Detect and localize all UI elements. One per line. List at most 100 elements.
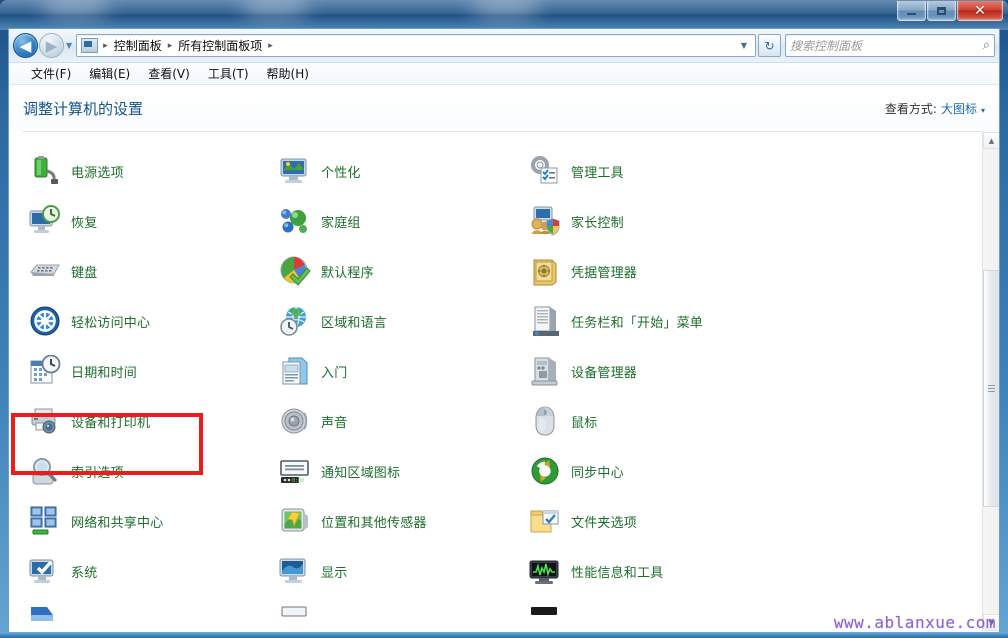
control-panel-item[interactable]: 日期和时间 [23,346,273,396]
control-panel-item-clipped[interactable] [273,132,523,146]
control-panel-item[interactable]: 管理工具 [523,146,773,196]
control-panel-item[interactable]: 系统 [23,546,273,596]
vertical-scrollbar[interactable]: ▲ ▼ [982,132,999,631]
control-panel-item[interactable]: 索引选项 [23,446,273,496]
control-panel-item[interactable]: 同步中心 [523,446,773,496]
control-panel-item[interactable]: 轻松访问中心 [23,296,273,346]
control-panel-item[interactable]: 设备管理器 [523,346,773,396]
maximize-button[interactable] [927,1,956,21]
control-panel-item[interactable]: 家长控制 [523,196,773,246]
control-panel-item[interactable]: 家庭组 [273,196,523,246]
address-dropdown-icon[interactable]: ▼ [735,41,753,50]
control-panel-item-clipped[interactable] [523,596,773,631]
scrollbar-thumb[interactable] [983,270,999,507]
menu-help[interactable]: 帮助(H) [258,63,318,84]
menu-edit[interactable]: 编辑(E) [80,63,139,84]
search-input[interactable] [790,38,983,53]
control-panel-item[interactable]: 默认程序 [273,246,523,296]
refresh-button[interactable]: ↻ [758,34,781,57]
control-panel-icon [81,38,99,53]
control-panel-item-label: 鼠标 [571,415,598,431]
control-panel-item-label: 网络和共享中心 [71,515,164,531]
control-panel-item[interactable]: 恢复 [23,196,273,246]
control-panel-item[interactable]: 电源选项 [23,146,273,196]
gear-checklist-icon [529,155,561,187]
chevron-down-icon: ▼ [66,41,73,50]
address-bar[interactable]: ▸ 控制面板 ▸ 所有控制面板项 ▸ ▼ [76,34,756,57]
control-panel-item-label: 默认程序 [321,265,374,281]
icon-grid-scroll-area[interactable]: 电源选项 个性化 管理工具恢复 家庭组 家长控制键盘 默认程序 凭据管理器轻松访问中心 区域和… [9,132,999,631]
triangle-up-icon: ▲ [988,136,995,145]
control-panel-item[interactable]: 键盘 [23,246,273,296]
breadcrumb-separator-icon: ▸ [268,40,273,51]
navigation-bar: ◀ ▶ ▼ ▸ 控制面板 ▸ 所有控制面板项 ▸ ▼ ↻ 搜索控制面板 ⌕ [9,29,999,63]
back-button[interactable]: ◀ [13,33,38,58]
system-icon [29,555,61,587]
control-panel-item-clipped[interactable] [23,132,273,146]
forward-arrow-icon: ▶ [45,36,58,55]
magnifier-index-icon [29,455,61,487]
control-panel-item-clipped[interactable] [523,132,773,146]
title-bar[interactable]: ✕ [0,0,1008,30]
vault-icon [529,255,561,287]
scrollbar-grip-icon [988,385,995,392]
control-panel-item-label: 个性化 [321,165,361,181]
menu-file[interactable]: 文件(F) [22,63,80,84]
control-panel-item[interactable]: 任务栏和「开始」菜单 [523,296,773,346]
menu-view[interactable]: 查看(V) [139,63,199,84]
control-panel-item-label: 性能信息和工具 [571,565,664,581]
window-bottom-border [0,632,1008,638]
performance-icon [529,555,561,587]
page-title: 调整计算机的设置 [23,100,144,118]
control-panel-item[interactable]: 性能信息和工具 [523,546,773,596]
control-panel-item[interactable]: 设备和打印机 [23,396,273,446]
control-panel-item[interactable]: 声音 [273,396,523,446]
control-panel-item[interactable]: 区域和语言 [273,296,523,346]
search-box[interactable]: ⌕ [785,34,995,57]
default-programs-icon [279,255,311,287]
gps-sensor-icon [279,505,311,537]
chevron-down-icon[interactable]: ▾ [981,106,985,115]
control-panel-item[interactable]: 文件夹选项 [523,496,773,546]
control-panel-item[interactable]: 网络和共享中心 [23,496,273,546]
close-button[interactable]: ✕ [957,1,1003,21]
speaker-icon [279,405,311,437]
control-panel-item[interactable]: 显示 [273,546,523,596]
search-icon[interactable]: ⌕ [983,38,990,53]
battery-plug-icon [29,155,61,187]
menu-tools[interactable]: 工具(T) [199,63,258,84]
breadcrumb-all-items[interactable]: 所有控制面板项 [174,35,266,56]
view-by-control[interactable]: 查看方式: 大图标 ▾ [885,100,985,117]
display-icon [279,555,311,587]
view-by-value[interactable]: 大图标 [941,100,977,117]
control-panel-item-label: 同步中心 [571,465,624,481]
control-panel-item[interactable]: 位置和其他传感器 [273,496,523,546]
control-panel-item-label: 电源选项 [71,165,124,181]
clipped-row-icon-2 [279,132,311,137]
control-panel-item[interactable]: 凭据管理器 [523,246,773,296]
control-panel-item-label: 家庭组 [321,215,361,231]
control-panel-item-label: 系统 [71,565,98,581]
control-panel-item[interactable]: 入门 [273,346,523,396]
control-panel-item-label: 显示 [321,565,348,581]
calendar-clock-icon [29,354,61,387]
control-panel-item[interactable]: 0:00 通知区域图标 [273,446,523,496]
breadcrumb-control-panel[interactable]: 控制面板 [110,35,166,56]
minimize-button[interactable] [897,1,926,21]
control-panel-item-label: 文件夹选项 [571,515,638,531]
scroll-up-button[interactable]: ▲ [983,132,999,149]
view-by-label: 查看方式: [884,102,937,116]
window-controls: ✕ [896,1,1003,23]
control-panel-item-label: 位置和其他传感器 [321,515,427,531]
forward-button[interactable]: ▶ [39,33,64,58]
control-panel-item-clipped[interactable] [23,596,273,631]
parental-shield-icon [529,205,561,237]
clipped-row-icon-3 [529,132,561,137]
control-panel-item[interactable]: 鼠标 [523,396,773,446]
refresh-icon: ↻ [764,38,775,53]
control-panel-item-clipped[interactable] [273,596,523,631]
control-panel-item[interactable]: 个性化 [273,146,523,196]
folder-options-icon [529,505,561,537]
recent-pages-button[interactable]: ▼ [66,41,72,50]
control-panel-item-label: 管理工具 [571,165,624,181]
